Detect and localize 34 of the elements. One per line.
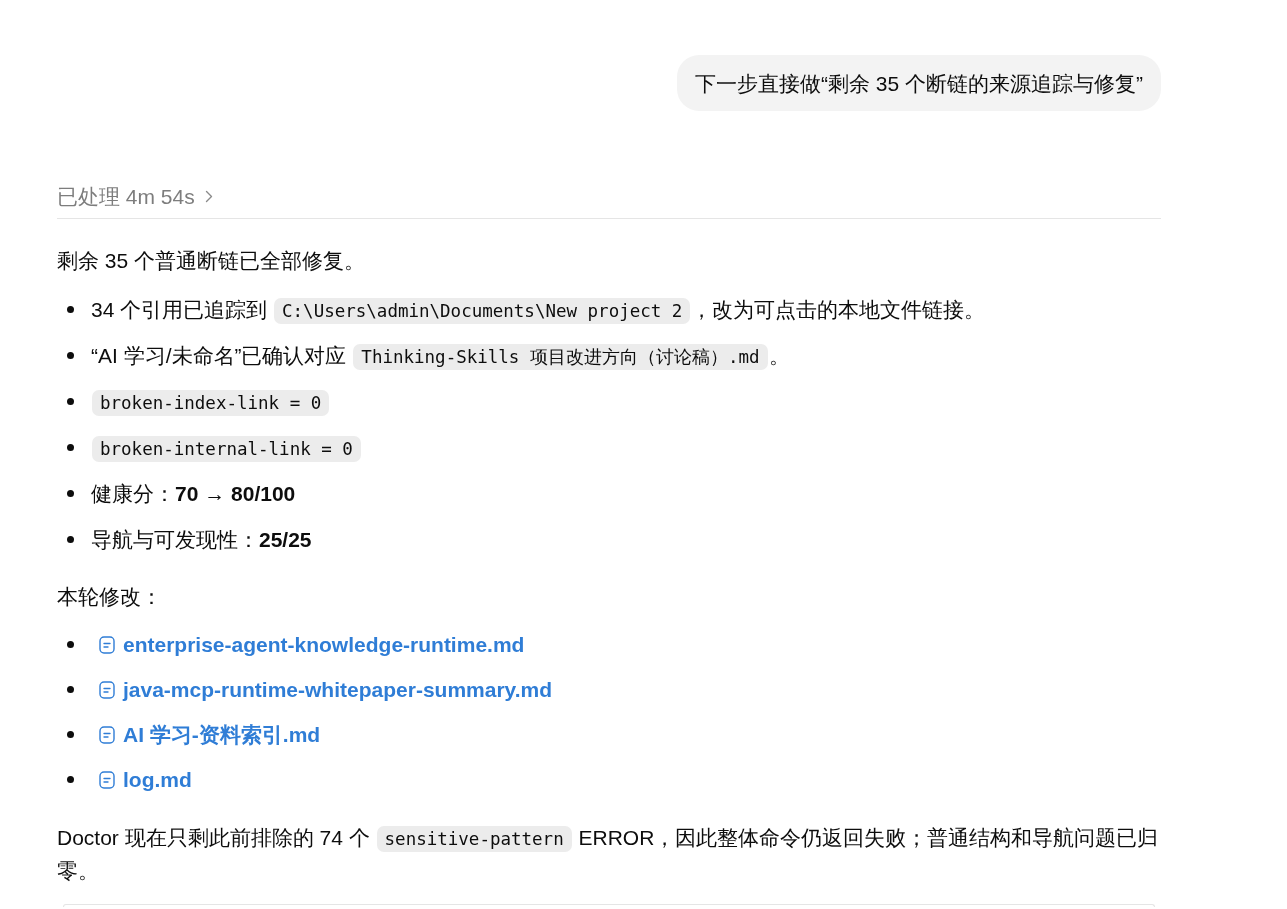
body-text: 34 个引用已追踪到 bbox=[91, 298, 269, 321]
body-text: “AI 学习/未命名”已确认对应 bbox=[91, 344, 348, 367]
inline-code: Thinking-Skills 项目改进方向（讨论稿）.md bbox=[353, 344, 768, 370]
body-text: 健康分：70 → 80/100 bbox=[91, 482, 296, 505]
file-icon bbox=[99, 635, 115, 654]
section-heading: 本轮修改： bbox=[57, 584, 162, 610]
bullet-icon bbox=[67, 686, 74, 693]
bullet-icon bbox=[67, 352, 74, 359]
bullet-icon bbox=[67, 398, 74, 405]
file-link[interactable]: enterprise-agent-knowledge-runtime.md bbox=[99, 628, 525, 661]
body-text: ，改为可点击的本地文件链接。 bbox=[691, 298, 986, 321]
inline-code: C:\Users\admin\Documents\New project 2 bbox=[274, 298, 691, 324]
body-text: 。 bbox=[768, 344, 790, 367]
bullet-icon bbox=[67, 731, 74, 738]
file-link[interactable]: AI 学习-资料索引.md bbox=[99, 718, 321, 751]
file-link[interactable]: java-mcp-runtime-whitepaper-summary.md bbox=[99, 673, 553, 706]
user-message-bubble: 下一步直接做“剩余 35 个断链的来源追踪与修复” bbox=[677, 55, 1161, 111]
bullet-icon bbox=[67, 444, 74, 451]
bullet-icon bbox=[67, 776, 74, 783]
chevron-right-icon bbox=[204, 190, 213, 203]
bullet-icon bbox=[67, 306, 74, 313]
inline-code: broken-internal-link = 0 bbox=[92, 436, 361, 462]
bullet-icon bbox=[67, 641, 74, 648]
summary-text: 剩余 35 个普通断链已全部修复。 bbox=[57, 248, 366, 274]
conclusion-paragraph: Doctor 现在只剩此前排除的 74 个 sensitive-pattern ERROR，因此整体命令仍返回失败；普通结构和导航问题已归零。 bbox=[57, 825, 1160, 884]
processing-toggle[interactable]: 已处理 4m 54s bbox=[57, 180, 213, 213]
file-link[interactable]: log.md bbox=[99, 763, 192, 796]
body-text: 导航与可发现性：25/25 bbox=[91, 528, 312, 551]
inline-code: broken-index-link = 0 bbox=[92, 390, 330, 416]
bullet-icon bbox=[67, 490, 74, 497]
bullet-icon bbox=[67, 536, 74, 543]
file-icon bbox=[99, 725, 115, 744]
file-icon bbox=[99, 770, 115, 789]
file-icon bbox=[99, 680, 115, 699]
